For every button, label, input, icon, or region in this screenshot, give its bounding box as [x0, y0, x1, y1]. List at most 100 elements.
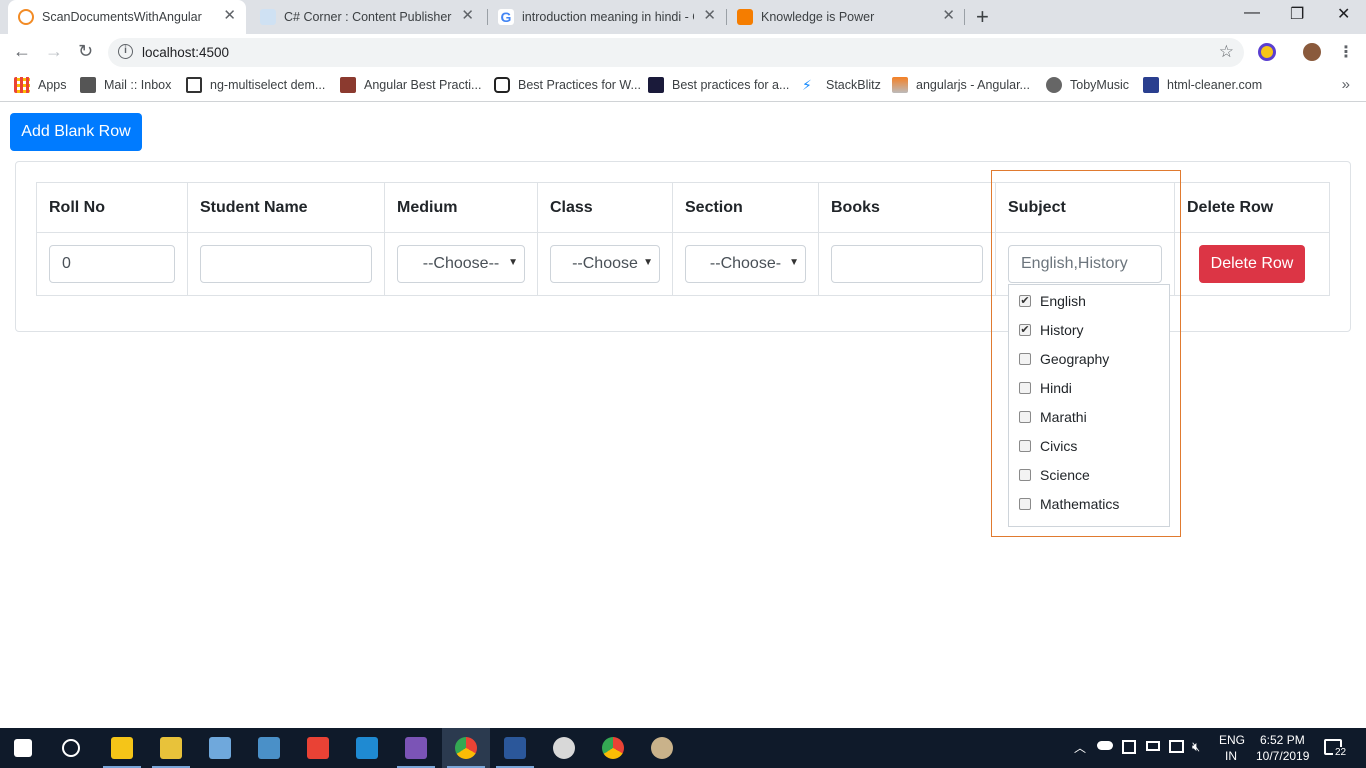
checkbox-icon[interactable]: [1019, 468, 1031, 481]
checkbox-icon[interactable]: [1019, 439, 1031, 452]
subject-option-civics[interactable]: Civics: [1009, 431, 1169, 460]
add-blank-row-button[interactable]: Add Blank Row: [10, 113, 142, 151]
clock-date[interactable]: 10/7/2019: [1256, 749, 1309, 763]
checkbox-checked-icon[interactable]: ✔: [1019, 294, 1031, 307]
checkbox-icon[interactable]: [1019, 352, 1031, 365]
close-icon[interactable]: ✕: [942, 8, 955, 24]
app-control-panel-icon[interactable]: [258, 737, 280, 759]
subject-option-marathi[interactable]: Marathi: [1009, 402, 1169, 431]
close-icon[interactable]: ✕: [461, 8, 474, 24]
bookmark-label: Best practices for a...: [672, 78, 790, 92]
csharp-corner-favicon-icon: [260, 9, 276, 25]
antivirus-icon[interactable]: [1122, 740, 1136, 754]
vscode-icon[interactable]: [356, 737, 378, 759]
medium-select[interactable]: --Choose-- ▼: [397, 245, 525, 283]
student-name-input[interactable]: [200, 245, 372, 283]
language-indicator[interactable]: ENG: [1219, 733, 1245, 747]
bookmark-tobymusic[interactable]: TobyMusic: [1046, 77, 1129, 93]
checkbox-icon[interactable]: [1019, 497, 1031, 510]
checkbox-icon[interactable]: [1019, 410, 1031, 423]
git-icon[interactable]: [307, 737, 329, 759]
chrome-secondary-icon[interactable]: [602, 737, 624, 759]
bookmark-html-cleaner[interactable]: html-cleaner.com: [1143, 77, 1262, 93]
show-hidden-icons-icon[interactable]: ︿: [1074, 739, 1086, 756]
delete-row-button[interactable]: Delete Row: [1199, 245, 1305, 283]
app-tool-icon[interactable]: [160, 737, 182, 759]
onedrive-icon[interactable]: [1097, 741, 1113, 750]
stackoverflow-icon: [892, 77, 908, 93]
column-header-medium: Medium: [384, 182, 538, 233]
profile-avatar[interactable]: [1303, 43, 1321, 61]
forward-arrow-icon[interactable]: →: [45, 41, 63, 62]
network-icon[interactable]: [1169, 740, 1184, 753]
reload-icon[interactable]: ↻: [78, 41, 93, 62]
bookmark-apps[interactable]: Apps: [14, 77, 67, 93]
new-tab-plus-icon[interactable]: +: [976, 4, 989, 30]
cortana-search-icon[interactable]: [62, 739, 80, 757]
notification-count-badge: 22: [1333, 747, 1349, 758]
info-icon[interactable]: i: [118, 44, 133, 59]
bookmark-best-practices-w[interactable]: Best Practices for W...: [494, 77, 641, 93]
roll-no-input[interactable]: 0: [49, 245, 175, 283]
tab-knowledge-is-power[interactable]: Knowledge is Power ✕: [727, 0, 965, 34]
app-paint-icon[interactable]: [553, 737, 575, 759]
bookmark-ng-multiselect[interactable]: ng-multiselect dem...: [186, 77, 325, 93]
paint-palette-icon[interactable]: [651, 737, 673, 759]
checkbox-checked-icon[interactable]: ✔: [1019, 323, 1031, 336]
column-header-student-name: Student Name: [187, 182, 385, 233]
close-icon[interactable]: ✕: [703, 8, 716, 24]
bookmark-label: html-cleaner.com: [1167, 78, 1263, 92]
windows-start-icon[interactable]: [14, 739, 32, 757]
subject-multiselect-input[interactable]: English,History: [1008, 245, 1162, 283]
subject-option-history[interactable]: ✔ History: [1009, 315, 1169, 344]
bookmark-angular-best-practices[interactable]: Angular Best Practi...: [340, 77, 481, 93]
subject-option-science[interactable]: Science: [1009, 460, 1169, 489]
chrome-menu-icon[interactable]: ⋮: [1338, 42, 1354, 62]
address-bar[interactable]: i localhost:4500 ☆: [108, 38, 1244, 67]
tab-divider: [964, 9, 965, 25]
extension-moon-icon[interactable]: [1258, 43, 1276, 61]
close-icon[interactable]: ✕: [223, 8, 236, 24]
region-indicator[interactable]: IN: [1225, 749, 1237, 763]
subject-option-geography[interactable]: Geography: [1009, 344, 1169, 373]
word-icon[interactable]: [504, 737, 526, 759]
bookmark-mail[interactable]: Mail :: Inbox: [80, 77, 171, 93]
checkbox-icon[interactable]: [1019, 381, 1031, 394]
bookmark-star-icon[interactable]: ☆: [1219, 42, 1234, 62]
books-input[interactable]: [831, 245, 983, 283]
option-label: English: [1040, 292, 1086, 309]
visual-studio-icon[interactable]: [405, 737, 427, 759]
subject-option-mathematics[interactable]: Mathematics: [1009, 489, 1169, 518]
class-select[interactable]: --Choose ▼: [550, 245, 660, 283]
subject-option-english[interactable]: ✔ English: [1009, 286, 1169, 315]
tab-google-search[interactable]: G introduction meaning in hindi - G ✕: [488, 0, 726, 34]
subject-placeholder: English,History: [1021, 255, 1128, 272]
restore-icon[interactable]: ❐: [1290, 4, 1304, 24]
caret-down-icon: ▼: [508, 257, 518, 268]
bookmark-label: Mail :: Inbox: [104, 78, 172, 92]
power-icon[interactable]: [1146, 741, 1160, 751]
windows-taskbar: ︿ 🔇︎ ENG IN 6:52 PM 10/7/2019 22: [0, 728, 1366, 768]
file-explorer-icon[interactable]: [111, 737, 133, 759]
minimize-icon[interactable]: —: [1244, 4, 1260, 22]
bookmark-icon: [340, 77, 356, 93]
chrome-icon[interactable]: [455, 737, 477, 759]
tab-scandocuments[interactable]: ScanDocumentsWithAngular ✕: [8, 0, 246, 34]
bookmark-label: Angular Best Practi...: [364, 78, 482, 92]
section-select[interactable]: --Choose- ▼: [685, 245, 806, 283]
tab-csharp-corner[interactable]: C# Corner : Content Publisher ✕: [250, 0, 484, 34]
bookmark-stackblitz[interactable]: ⚡ StackBlitz: [802, 77, 881, 93]
bookmark-best-practices-a[interactable]: Best practices for a...: [648, 77, 789, 93]
section-select-value: --Choose-: [709, 255, 782, 272]
subject-option-hindi[interactable]: Hindi: [1009, 373, 1169, 402]
column-header-books: Books: [818, 182, 996, 233]
download-icon: [186, 77, 202, 93]
option-label: Marathi: [1040, 408, 1087, 425]
bookmark-angularjs-so[interactable]: angularjs - Angular...: [892, 77, 1030, 93]
volume-muted-icon[interactable]: 🔇︎: [1192, 739, 1200, 755]
window-close-icon[interactable]: ✕: [1337, 4, 1350, 24]
clock-time[interactable]: 6:52 PM: [1260, 733, 1305, 747]
back-arrow-icon[interactable]: ←: [13, 41, 31, 62]
more-bookmarks-icon[interactable]: »: [1342, 76, 1350, 93]
app-notes-icon[interactable]: [209, 737, 231, 759]
